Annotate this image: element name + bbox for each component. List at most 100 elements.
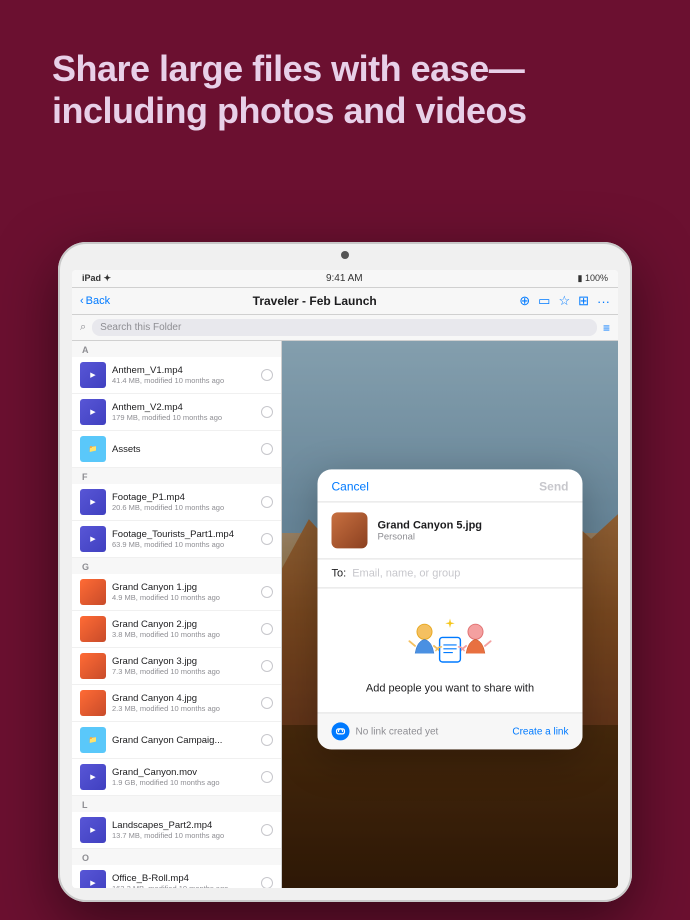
- file-info: Grand Canyon 3.jpg 7.3 MB, modified 10 m…: [112, 656, 255, 676]
- file-select-radio[interactable]: [261, 734, 273, 746]
- file-select-radio[interactable]: [261, 369, 273, 381]
- file-select-radio[interactable]: [261, 443, 273, 455]
- file-select-radio[interactable]: [261, 660, 273, 672]
- cancel-button[interactable]: Cancel: [332, 479, 369, 493]
- file-name: Grand Canyon 4.jpg: [112, 693, 255, 704]
- file-thumbnail: [80, 653, 106, 679]
- file-thumbnail: ▶: [80, 870, 106, 888]
- add-person-icon[interactable]: ⊕: [519, 293, 530, 309]
- file-meta: 20.6 MB, modified 10 months ago: [112, 503, 255, 512]
- list-item[interactable]: ▶ Office_B-Roll.mp4 163.2 MB, modified 1…: [72, 865, 281, 888]
- toolbar: ‹ Back Traveler - Feb Launch ⊕ ▭ ☆ ⊞ ···: [72, 288, 618, 315]
- file-name: Grand Canyon 1.jpg: [112, 582, 255, 593]
- file-name: Grand Canyon 3.jpg: [112, 656, 255, 667]
- file-meta: 2.3 MB, modified 10 months ago: [112, 704, 255, 713]
- file-info: Grand Canyon 1.jpg 4.9 MB, modified 10 m…: [112, 582, 255, 602]
- file-info: Footage_Tourists_Part1.mp4 63.9 MB, modi…: [112, 529, 255, 549]
- file-name: Landscapes_Part2.mp4: [112, 820, 255, 831]
- list-item[interactable]: ▶ Grand_Canyon.mov 1.9 GB, modified 10 m…: [72, 759, 281, 796]
- hero-headline: Share large files with ease—including ph…: [52, 48, 638, 133]
- file-meta: 3.8 MB, modified 10 months ago: [112, 630, 255, 639]
- file-select-radio[interactable]: [261, 586, 273, 598]
- file-name: Anthem_V2.mp4: [112, 402, 255, 413]
- file-thumbnail: [80, 616, 106, 642]
- file-select-radio[interactable]: [261, 877, 273, 888]
- modal-to-row: To: Email, name, or group: [318, 559, 583, 588]
- file-info: Grand_Canyon.mov 1.9 GB, modified 10 mon…: [112, 767, 255, 787]
- file-info: Grand Canyon 4.jpg 2.3 MB, modified 10 m…: [112, 693, 255, 713]
- list-item[interactable]: Grand Canyon 3.jpg 7.3 MB, modified 10 m…: [72, 648, 281, 685]
- to-input[interactable]: Email, name, or group: [352, 567, 568, 579]
- section-header-l: L: [72, 796, 281, 812]
- more-icon[interactable]: ···: [597, 294, 610, 309]
- file-info: Landscapes_Part2.mp4 13.7 MB, modified 1…: [112, 820, 255, 840]
- list-item[interactable]: ▶ Footage_P1.mp4 20.6 MB, modified 10 mo…: [72, 484, 281, 521]
- file-meta: 4.9 MB, modified 10 months ago: [112, 593, 255, 602]
- list-item[interactable]: 📁 Grand Canyon Campaig...: [72, 722, 281, 759]
- list-item[interactable]: ▶ Landscapes_Part2.mp4 13.7 MB, modified…: [72, 812, 281, 849]
- list-item[interactable]: Grand Canyon 4.jpg 2.3 MB, modified 10 m…: [72, 685, 281, 722]
- modal-overlay: Cancel Send Grand Canyon 5.jpg Personal: [282, 341, 618, 888]
- list-item[interactable]: ▶ Anthem_V1.mp4 41.4 MB, modified 10 mon…: [72, 357, 281, 394]
- file-name: Footage_Tourists_Part1.mp4: [112, 529, 255, 540]
- content-area: A ▶ Anthem_V1.mp4 41.4 MB, modified 10 m…: [72, 341, 618, 888]
- file-select-radio[interactable]: [261, 623, 273, 635]
- file-select-radio[interactable]: [261, 771, 273, 783]
- battery-icon: ▮ 100%: [578, 273, 608, 284]
- create-link-button[interactable]: Create a link: [512, 726, 568, 737]
- tablet-icon[interactable]: ▭: [538, 293, 550, 309]
- ipad-screen: iPad ✦ 9:41 AM ▮ 100% ‹ Back Traveler - …: [72, 270, 618, 888]
- file-info: Office_B-Roll.mp4 163.2 MB, modified 10 …: [112, 873, 255, 888]
- search-input[interactable]: Search this Folder: [92, 319, 597, 336]
- file-info: Anthem_V2.mp4 179 MB, modified 10 months…: [112, 402, 255, 422]
- file-select-radio[interactable]: [261, 824, 273, 836]
- file-name: Assets: [112, 444, 255, 455]
- file-thumbnail: [80, 579, 106, 605]
- file-thumbnail: 📁: [80, 436, 106, 462]
- search-bar: ⌕ Search this Folder ≡: [72, 315, 618, 341]
- modal-file-info: Grand Canyon 5.jpg Personal: [318, 502, 583, 559]
- grid-icon[interactable]: ⊞: [578, 293, 589, 309]
- send-button[interactable]: Send: [539, 479, 568, 493]
- modal-illustration: Add people you want to share with: [318, 588, 583, 712]
- file-info: Anthem_V1.mp4 41.4 MB, modified 10 month…: [112, 365, 255, 385]
- file-info: Grand Canyon Campaig...: [112, 735, 255, 746]
- chain-link-icon: [336, 726, 346, 736]
- link-icon: [332, 722, 350, 740]
- file-select-radio[interactable]: [261, 697, 273, 709]
- star-icon[interactable]: ☆: [558, 293, 570, 309]
- list-item[interactable]: 📁 Assets: [72, 431, 281, 468]
- modal-file-name: Grand Canyon 5.jpg: [378, 519, 483, 531]
- file-meta: 1.9 GB, modified 10 months ago: [112, 778, 255, 787]
- back-button[interactable]: ‹ Back: [80, 295, 110, 307]
- status-bar-right: ▮ 100%: [578, 273, 608, 284]
- file-name: Grand Canyon Campaig...: [112, 735, 255, 746]
- list-item[interactable]: Grand Canyon 1.jpg 4.9 MB, modified 10 m…: [72, 574, 281, 611]
- file-thumbnail: 📁: [80, 727, 106, 753]
- list-view-icon[interactable]: ≡: [603, 321, 610, 335]
- file-thumbnail: ▶: [80, 526, 106, 552]
- modal-link-left: No link created yet: [332, 722, 439, 740]
- ipad-camera: [341, 251, 349, 259]
- modal-header: Cancel Send: [318, 469, 583, 502]
- share-people-graphic: [408, 610, 493, 682]
- list-item[interactable]: Grand Canyon 2.jpg 3.8 MB, modified 10 m…: [72, 611, 281, 648]
- file-info: Grand Canyon 2.jpg 3.8 MB, modified 10 m…: [112, 619, 255, 639]
- file-meta: 7.3 MB, modified 10 months ago: [112, 667, 255, 676]
- list-item[interactable]: ▶ Footage_Tourists_Part1.mp4 63.9 MB, mo…: [72, 521, 281, 558]
- to-label: To:: [332, 567, 347, 579]
- share-modal: Cancel Send Grand Canyon 5.jpg Personal: [318, 469, 583, 749]
- file-select-radio[interactable]: [261, 496, 273, 508]
- list-item[interactable]: ▶ Anthem_V2.mp4 179 MB, modified 10 mont…: [72, 394, 281, 431]
- file-name: Anthem_V1.mp4: [112, 365, 255, 376]
- file-select-radio[interactable]: [261, 406, 273, 418]
- file-thumbnail: ▶: [80, 362, 106, 388]
- file-name: Footage_P1.mp4: [112, 492, 255, 503]
- status-bar-left: iPad ✦: [82, 273, 111, 284]
- file-thumbnail: ▶: [80, 399, 106, 425]
- modal-link-row: No link created yet Create a link: [318, 712, 583, 749]
- file-meta: 179 MB, modified 10 months ago: [112, 413, 255, 422]
- file-list: A ▶ Anthem_V1.mp4 41.4 MB, modified 10 m…: [72, 341, 282, 888]
- file-select-radio[interactable]: [261, 533, 273, 545]
- modal-file-thumbnail: [332, 512, 368, 548]
